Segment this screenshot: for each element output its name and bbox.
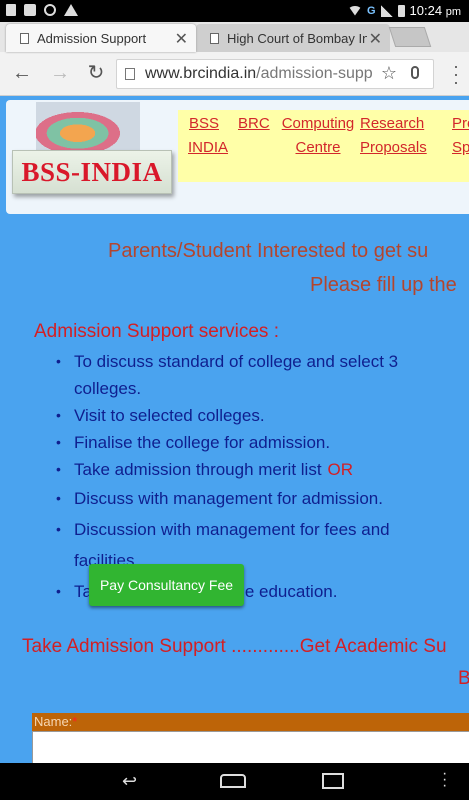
back-nav-icon[interactable]: ↩ (122, 771, 137, 792)
tab-admission-support[interactable]: Admission Support ✕ (6, 24, 196, 52)
mic-icon[interactable] (411, 66, 419, 79)
list-item-text: Discussion with management for fees and … (74, 520, 390, 570)
status-bar: G 10:24 pm (0, 0, 469, 22)
menu-brc[interactable]: BRC (238, 112, 270, 136)
menu-line2: Proposals (360, 139, 427, 156)
list-item-text: Visit to selected colleges. (74, 406, 265, 425)
or-label: OR (327, 460, 354, 479)
menu-line1: BSS (188, 115, 219, 132)
menu-line1: Computing (281, 115, 355, 132)
logo-text: BSS-INDIA (21, 156, 163, 187)
network-type: G (366, 4, 376, 17)
list-item-text: Discuss with management for admission. (74, 489, 383, 508)
wifi-icon (347, 5, 362, 16)
message-notification-icon (24, 4, 36, 16)
menu-line1: Pro (452, 115, 469, 132)
name-field-label: Name:* (32, 713, 469, 731)
home-nav-icon[interactable] (220, 774, 246, 788)
menu-nav-icon[interactable]: · · · (442, 766, 447, 794)
tagline-continuation: B (458, 668, 469, 689)
clock: 10:24 pm (410, 3, 461, 18)
pay-consultancy-fee-button[interactable]: Pay Consultancy Fee (89, 564, 244, 606)
menu-line2: Centre (295, 139, 341, 156)
india-map-logo-icon (36, 102, 140, 154)
intro-line-1: Parents/Student Interested to get su (108, 240, 429, 262)
close-tab-icon[interactable]: ✕ (175, 29, 188, 49)
site-menu: BSS INDIA BRC Computing Centre Research Pro… (178, 110, 469, 182)
admission-support-tagline: Take Admission Support .............Get … (22, 636, 447, 657)
battery-icon (397, 4, 405, 17)
status-right: G 10:24 pm (347, 3, 461, 18)
clock-suffix: pm (445, 6, 461, 18)
url-text[interactable]: www.brcindia.in/admission-supp (145, 65, 377, 83)
menu-bss-india[interactable]: BSS INDIA (188, 112, 229, 160)
page-info-icon[interactable] (125, 68, 135, 80)
download-notification-icon (6, 4, 16, 16)
list-item-text: Take admission through merit list (74, 460, 322, 479)
close-tab-icon[interactable]: ✕ (369, 29, 382, 49)
tab-title: High Court of Bombay Int (227, 30, 367, 46)
list-item: Visit to selected colleges. (56, 402, 456, 429)
list-item-text: To discuss standard of college and selec… (74, 352, 399, 398)
back-arrow-icon[interactable]: ← (10, 62, 34, 84)
web-page: BSS-INDIA BSS INDIA BRC Computing Centre R… (0, 96, 469, 763)
clock-time: 10:24 (409, 3, 443, 18)
site-header: BSS-INDIA BSS INDIA BRC Computing Centre R… (6, 100, 469, 214)
menu-line2: INDIA (188, 139, 229, 156)
signal-icon (380, 4, 393, 17)
browser-toolbar: ← → ↻ www.brcindia.in/admission-supp ☆ ·… (0, 52, 469, 96)
list-item: To discuss standard of college and selec… (56, 348, 456, 402)
menu-line1: Research (360, 115, 425, 132)
menu-research-proposals[interactable]: Research Proposals (360, 112, 436, 160)
recent-apps-icon[interactable] (322, 773, 344, 789)
tab-high-court[interactable]: High Court of Bombay Int ✕ (196, 24, 390, 52)
intro-line-2: Please fill up the (310, 274, 457, 296)
site-logo[interactable]: BSS-INDIA (12, 150, 172, 194)
address-bar[interactable]: www.brcindia.in/admission-supp ☆ (116, 59, 434, 89)
required-mark: * (72, 714, 78, 729)
menu-computing-centre[interactable]: Computing Centre (276, 112, 360, 160)
overflow-menu-icon[interactable]: · · · (453, 57, 459, 91)
tab-strip: Admission Support ✕ High Court of Bombay… (0, 22, 469, 52)
new-tab-button[interactable] (388, 27, 432, 47)
page-icon (210, 32, 219, 44)
url-path: /admission-supp (256, 65, 373, 82)
reload-icon[interactable]: ↻ (84, 62, 108, 84)
menu-line1: BRC (238, 115, 270, 132)
list-item: Take admission through merit list OR (56, 456, 456, 483)
menu-sponsors[interactable]: Pro Spons (452, 112, 469, 160)
list-item: Finalise the college for admission. (56, 429, 456, 456)
bookmark-star-icon[interactable]: ☆ (381, 63, 397, 84)
page-icon (20, 32, 29, 44)
forward-arrow-icon[interactable]: → (48, 62, 72, 84)
url-host: www.brcindia.in (145, 65, 257, 82)
services-heading: Admission Support services : (34, 321, 279, 342)
name-input[interactable] (32, 731, 469, 763)
notification-icons (6, 4, 78, 16)
warning-icon (64, 4, 78, 16)
name-label: Name: (34, 714, 73, 729)
app-notification-icon (44, 4, 56, 16)
menu-line2: Spons (452, 139, 469, 156)
list-item-text: Finalise the college for admission. (74, 433, 331, 452)
list-item: Discuss with management for admission. (56, 483, 456, 514)
system-nav-bar: ↩ · · · (0, 763, 469, 800)
tab-title: Admission Support (37, 30, 147, 46)
